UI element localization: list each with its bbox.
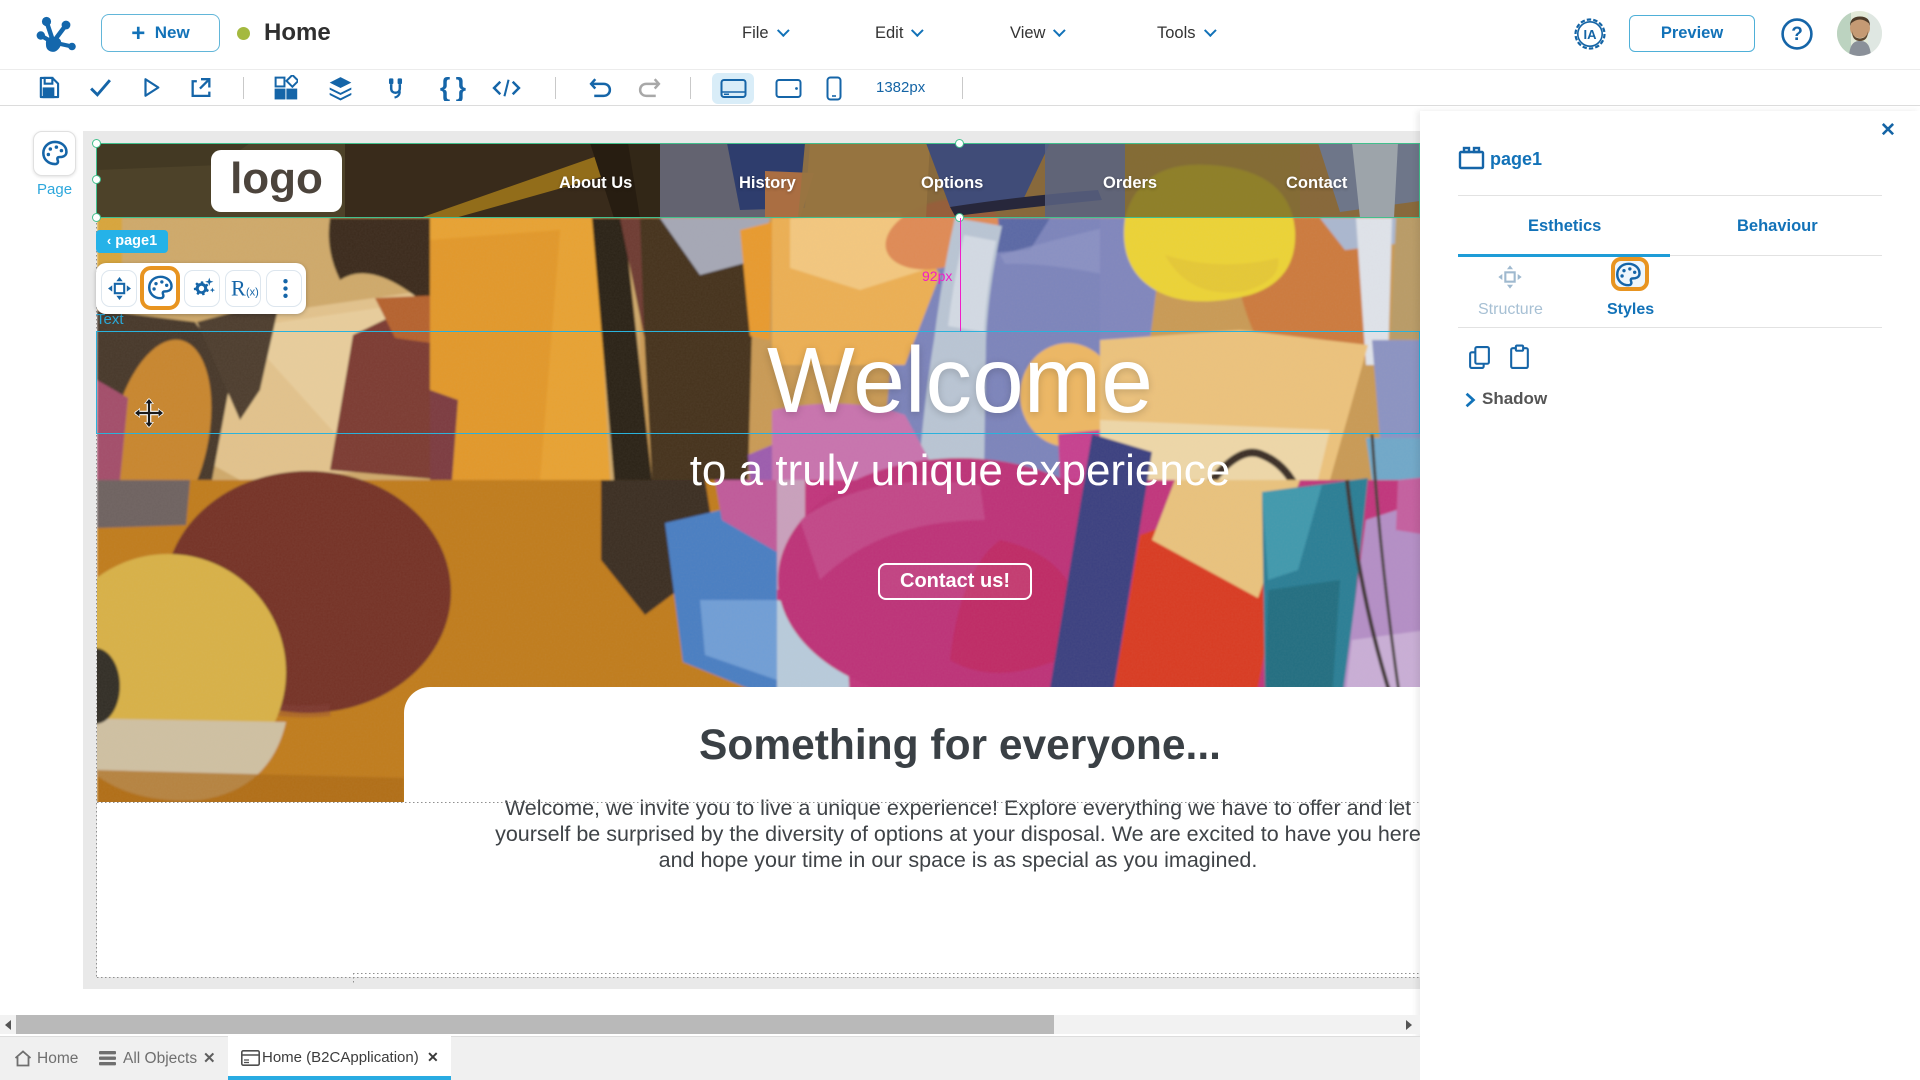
svg-text:R: R: [231, 276, 246, 301]
svg-text:?: ?: [1791, 24, 1803, 45]
svg-text:{ }: { }: [440, 75, 467, 101]
svg-text:IA: IA: [1584, 27, 1598, 42]
svg-text:(x): (x): [246, 287, 259, 299]
